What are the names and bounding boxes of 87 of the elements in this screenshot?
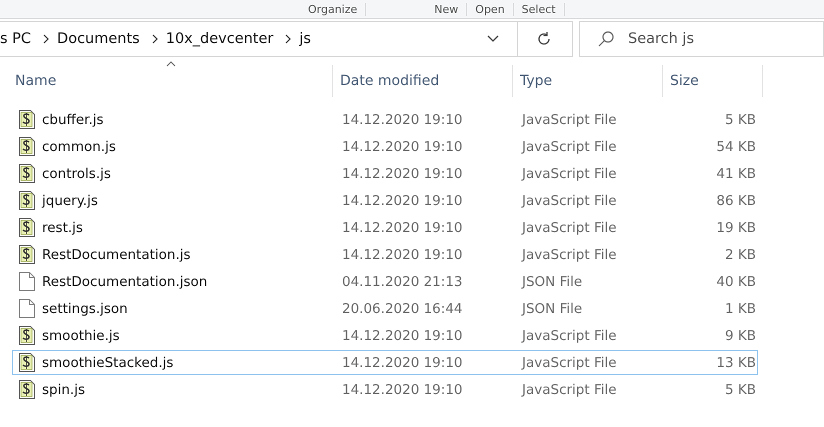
breadcrumb-item[interactable]: s PC	[0, 31, 42, 47]
column-header[interactable]: Size	[663, 65, 763, 97]
column-header[interactable]: Date modified	[333, 65, 513, 97]
date-cell-text: 14.12.2020 19:10	[341, 382, 464, 398]
document-icon	[19, 272, 35, 291]
type-cell-text: JavaScript File	[520, 354, 618, 370]
date-cell-text: 04.11.2020 21:13	[341, 274, 464, 290]
file-name: smoothieStacked.js	[42, 354, 174, 370]
size-cell-text: 86 KB	[715, 192, 756, 208]
ribbon-group-label: Select	[514, 2, 565, 16]
file-name: common.js	[42, 138, 116, 154]
file-row[interactable]: common.js 14.12.2020 19:10 JavaScript File 54 KB	[12, 134, 758, 159]
ribbon-group-label: Open	[467, 2, 514, 16]
date-cell-text: 14.12.2020 19:10	[341, 192, 464, 208]
script-file-icon	[19, 191, 35, 210]
type-cell-text: JavaScript File	[520, 192, 618, 208]
script-file-icon	[19, 326, 35, 345]
file-row[interactable]: smoothie.js 14.12.2020 19:10 JavaScript File 9 KB	[12, 323, 758, 348]
breadcrumb-item[interactable]: Documents	[51, 31, 150, 47]
file-name: RestDocumentation.json	[42, 274, 208, 290]
chevron-right-icon	[43, 34, 50, 44]
file-row[interactable]: RestDocumentation.json 04.11.2020 21:13 JSON File 40 KB	[12, 269, 758, 294]
file-name: cbuffer.js	[42, 112, 104, 128]
column-header[interactable]: Type	[513, 65, 663, 97]
file-row[interactable]: cbuffer.js 14.12.2020 19:10 JavaScript File 5 KB	[12, 107, 758, 132]
type-cell-text: JavaScript File	[520, 382, 618, 398]
type-cell-text: JavaScript File	[520, 138, 618, 154]
size-cell-text: 54 KB	[715, 138, 756, 154]
ribbon-group-label: New	[426, 2, 468, 16]
file-row[interactable]: controls.js 14.12.2020 19:10 JavaScript File 41 KB	[12, 161, 758, 186]
date-cell-text: 20.06.2020 16:44	[341, 300, 464, 316]
script-file-icon	[19, 218, 35, 237]
type-cell-text: JSON File	[520, 274, 584, 290]
date-cell-text: 14.12.2020 19:10	[341, 220, 464, 236]
script-file-icon	[19, 164, 35, 183]
file-row[interactable]: settings.json 20.06.2020 16:44 JSON File 1 KB	[12, 296, 758, 321]
file-row[interactable]: RestDocumentation.js 14.12.2020 19:10 JavaScript File 2 KB	[12, 242, 758, 267]
size-cell-text: 41 KB	[715, 166, 756, 182]
file-name: settings.json	[42, 300, 128, 316]
size-cell-text: 19 KB	[715, 220, 756, 236]
search-field[interactable]: Search js	[579, 21, 824, 57]
size-cell-text: 1 KB	[724, 300, 756, 316]
ribbon-group-label: Organize	[300, 2, 366, 16]
size-cell-text: 2 KB	[724, 246, 756, 262]
sort-caret-icon	[166, 61, 176, 67]
file-name: controls.js	[42, 166, 111, 182]
refresh-icon[interactable]	[536, 31, 552, 47]
script-file-icon	[19, 245, 35, 264]
file-name: RestDocumentation.js	[42, 246, 191, 262]
file-name: jquery.js	[42, 192, 98, 208]
type-cell-text: JavaScript File	[520, 246, 618, 262]
date-cell-text: 14.12.2020 19:10	[341, 166, 464, 182]
search-icon	[597, 30, 615, 48]
date-cell-text: 14.12.2020 19:10	[341, 354, 464, 370]
date-cell-text: 14.12.2020 19:10	[341, 246, 464, 262]
script-file-icon	[19, 353, 35, 372]
type-cell-text: JSON File	[520, 300, 584, 316]
script-file-icon	[19, 110, 35, 129]
dropdown-chevron-icon[interactable]	[487, 35, 499, 43]
date-cell-text: 14.12.2020 19:10	[341, 328, 464, 344]
size-cell-text: 5 KB	[724, 112, 756, 128]
file-row[interactable]: rest.js 14.12.2020 19:10 JavaScript File 19 KB	[12, 215, 758, 240]
breadcrumb-item[interactable]: js	[293, 31, 321, 47]
type-cell-text: JavaScript File	[520, 220, 618, 236]
document-icon	[19, 299, 35, 318]
chevron-right-icon	[152, 34, 158, 44]
date-cell-text: 14.12.2020 19:10	[341, 112, 464, 128]
size-cell-text: 40 KB	[715, 274, 756, 290]
size-cell-text: 9 KB	[724, 328, 756, 344]
type-cell-text: JavaScript File	[520, 166, 618, 182]
address-bar[interactable]: s PC Documents 10x_devcenter js	[0, 21, 573, 57]
file-row[interactable]: smoothieStacked.js 14.12.2020 19:10 JavaScript File 13 KB	[12, 350, 758, 375]
file-name: smoothie.js	[42, 328, 120, 344]
file-row[interactable]: spin.js 14.12.2020 19:10 JavaScript File 5 KB	[12, 377, 758, 402]
type-cell-text: JavaScript File	[520, 112, 618, 128]
size-cell-text: 5 KB	[724, 382, 756, 398]
script-file-icon	[19, 137, 35, 156]
file-name: rest.js	[42, 220, 83, 236]
size-cell-text: 13 KB	[715, 354, 756, 370]
breadcrumb-item[interactable]: 10x_devcenter	[160, 31, 284, 47]
date-cell-text: 14.12.2020 19:10	[341, 138, 464, 154]
file-row[interactable]: jquery.js 14.12.2020 19:10 JavaScript File 86 KB	[12, 188, 758, 213]
column-header[interactable]: Name	[0, 65, 333, 97]
chevron-right-icon	[285, 34, 292, 44]
script-file-icon	[19, 380, 35, 399]
file-name: spin.js	[42, 382, 85, 398]
type-cell-text: JavaScript File	[520, 328, 618, 344]
